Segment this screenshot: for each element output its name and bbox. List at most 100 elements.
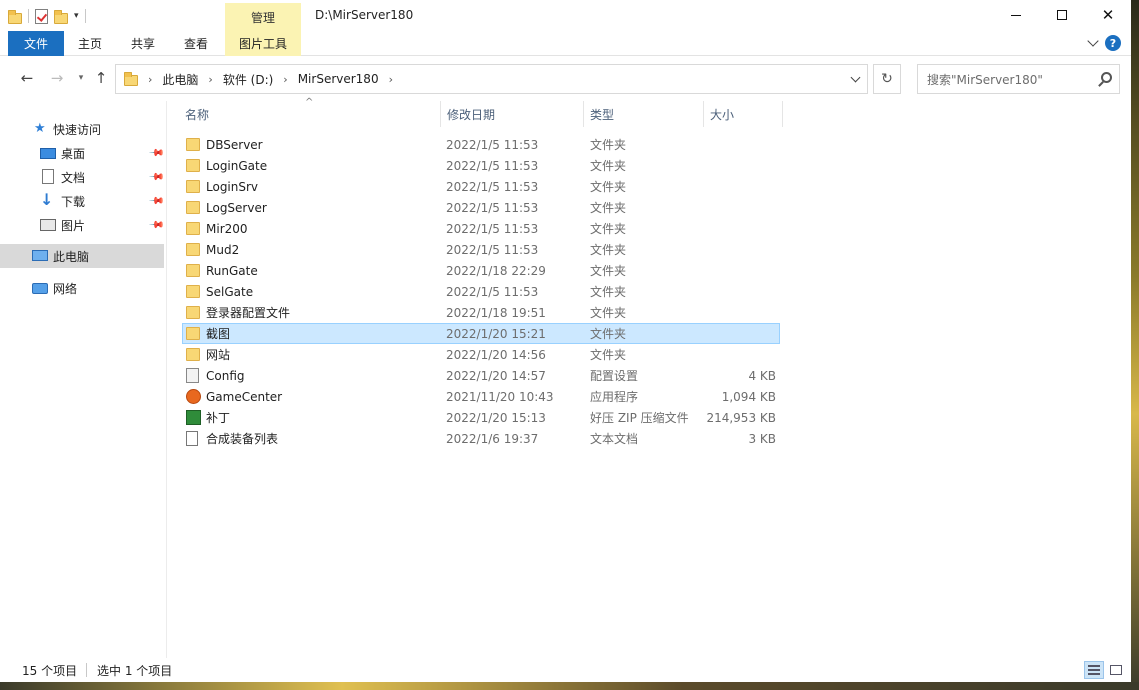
pin-icon: 📌 [147,168,165,186]
sidebar-item-desktop[interactable]: 桌面 📌 [0,141,165,165]
large-icons-view-button[interactable] [1106,661,1126,679]
breadcrumb-this-pc[interactable]: 此电脑 [162,71,198,88]
desktop-background [0,682,1139,690]
refresh-icon: ↻ [881,71,893,87]
tab-view[interactable]: 查看 [172,31,220,56]
refresh-button[interactable]: ↻ [873,64,901,94]
column-header-date[interactable]: 修改日期 [440,101,583,127]
application-icon [186,389,201,404]
properties-icon[interactable] [35,8,48,24]
file-name: 合成装备列表 [206,432,279,446]
sidebar-item-network[interactable]: 网络 [0,276,164,300]
breadcrumb-drive-d[interactable]: 软件 (D:) [223,71,273,88]
selection-count: 选中 1 个项目 [97,663,173,678]
file-type: 文件夹 [590,285,627,299]
file-date: 2022/1/5 11:53 [446,221,539,236]
folder-icon [186,285,200,298]
forward-arrow-icon: → [50,69,64,87]
table-row[interactable]: Config 2022/1/20 14:57 配置设置 4 KB [182,365,780,386]
sidebar-item-label: 下载 [61,194,86,209]
table-row[interactable]: SelGate 2022/1/5 11:53 文件夹 [182,281,780,302]
file-type: 文件夹 [590,180,627,194]
ribbon-tabs: 文件 主页 共享 查看 图片工具 ? [0,31,1131,56]
sidebar-item-documents[interactable]: 文档 📌 [0,165,165,189]
search-icon [1101,72,1112,83]
folder-icon [186,138,200,151]
tab-home[interactable]: 主页 [66,31,114,56]
back-button[interactable]: ← [18,69,36,87]
table-row[interactable]: 网站 2022/1/20 14:56 文件夹 [182,344,780,365]
close-icon: ✕ [1101,6,1115,24]
help-icon[interactable]: ? [1105,35,1121,51]
table-row[interactable]: Mud2 2022/1/5 11:53 文件夹 [182,239,780,260]
window-title: D:\MirServer180 [315,8,414,22]
recent-locations-button[interactable]: ▾ [72,69,90,87]
expand-ribbon-chevron-icon[interactable] [1087,35,1099,47]
table-row[interactable]: GameCenter 2021/11/20 10:43 应用程序 1,094 K… [182,386,780,407]
folder-icon [186,222,200,235]
details-view-icon [1088,665,1100,675]
folder-icon[interactable] [8,9,22,24]
up-button[interactable]: ↑ [92,69,110,87]
status-divider [86,663,87,677]
address-bar[interactable]: › 此电脑 › 软件 (D:) › MirServer180 › [115,64,868,94]
customize-toolbar-chevron-icon[interactable]: ▾ [74,11,79,21]
column-header-size[interactable]: 大小 [703,101,783,127]
folder-icon [186,327,200,340]
file-type: 文件夹 [590,159,627,173]
file-type: 文件夹 [590,348,627,362]
breadcrumb-mirserver180[interactable]: MirServer180 [298,72,379,86]
file-name: LogServer [206,200,267,215]
column-header-type[interactable]: 类型 [583,101,703,127]
sidebar-item-this-pc[interactable]: 此电脑 [0,244,164,268]
file-date: 2022/1/5 11:53 [446,242,539,257]
file-date: 2021/11/20 10:43 [446,389,554,404]
maximize-button[interactable] [1039,0,1085,30]
table-row[interactable]: 合成装备列表 2022/1/6 19:37 文本文档 3 KB [182,428,780,449]
desktop-icon [40,148,56,159]
tab-share[interactable]: 共享 [118,31,168,56]
item-count: 15 个项目 [22,663,78,678]
table-row-selected[interactable]: 截图 2022/1/20 15:21 文件夹 [182,323,780,344]
pin-icon: 📌 [147,216,165,234]
table-row[interactable]: Mir200 2022/1/5 11:53 文件夹 [182,218,780,239]
table-row[interactable]: DBServer 2022/1/5 11:53 文件夹 [182,134,780,155]
column-header-name[interactable]: 名称 [179,101,439,127]
table-row[interactable]: LoginGate 2022/1/5 11:53 文件夹 [182,155,780,176]
sidebar-item-downloads[interactable]: ↓ 下载 📌 [0,189,165,213]
search-input[interactable]: 搜索"MirServer180" [917,64,1120,94]
table-row[interactable]: LoginSrv 2022/1/5 11:53 文件夹 [182,176,780,197]
pin-icon: 📌 [147,144,165,162]
tab-file[interactable]: 文件 [8,31,64,56]
table-row[interactable]: 补丁 2022/1/20 15:13 好压 ZIP 压缩文件 214,953 K… [182,407,780,428]
quick-access-toolbar: ▾ [8,6,86,26]
status-bar: 15 个项目 选中 1 个项目 [0,658,1131,682]
file-type: 文件夹 [590,222,627,236]
folder-icon [186,180,200,193]
breadcrumb-separator-icon[interactable]: › [283,73,287,86]
folder-icon [186,306,200,319]
breadcrumb-separator-icon[interactable]: › [148,73,152,86]
file-name: Mir200 [206,221,248,236]
file-date: 2022/1/18 19:51 [446,305,546,320]
sidebar-item-pictures[interactable]: 图片 📌 [0,213,165,237]
table-row[interactable]: RunGate 2022/1/18 22:29 文件夹 [182,260,780,281]
table-row[interactable]: LogServer 2022/1/5 11:53 文件夹 [182,197,780,218]
manage-context-tab[interactable]: 管理 [225,3,301,31]
forward-button[interactable]: → [48,69,66,87]
file-name: 补丁 [206,411,231,425]
table-row[interactable]: 登录器配置文件 2022/1/18 19:51 文件夹 [182,302,780,323]
tab-picture-tools[interactable]: 图片工具 [225,31,301,56]
breadcrumb-separator-icon[interactable]: › [389,73,393,86]
file-name: SelGate [206,284,254,299]
folder-icon [186,348,200,361]
minimize-button[interactable] [993,0,1039,30]
new-folder-icon[interactable] [54,9,68,24]
address-history-chevron-icon[interactable] [850,72,861,83]
sidebar-item-quick-access[interactable]: ★ 快速访问 [0,117,164,141]
breadcrumb-separator-icon[interactable]: › [208,73,212,86]
file-date: 2022/1/5 11:53 [446,284,539,299]
details-view-button[interactable] [1084,661,1104,679]
close-button[interactable]: ✕ [1085,0,1131,30]
sidebar-item-label: 图片 [61,218,86,233]
